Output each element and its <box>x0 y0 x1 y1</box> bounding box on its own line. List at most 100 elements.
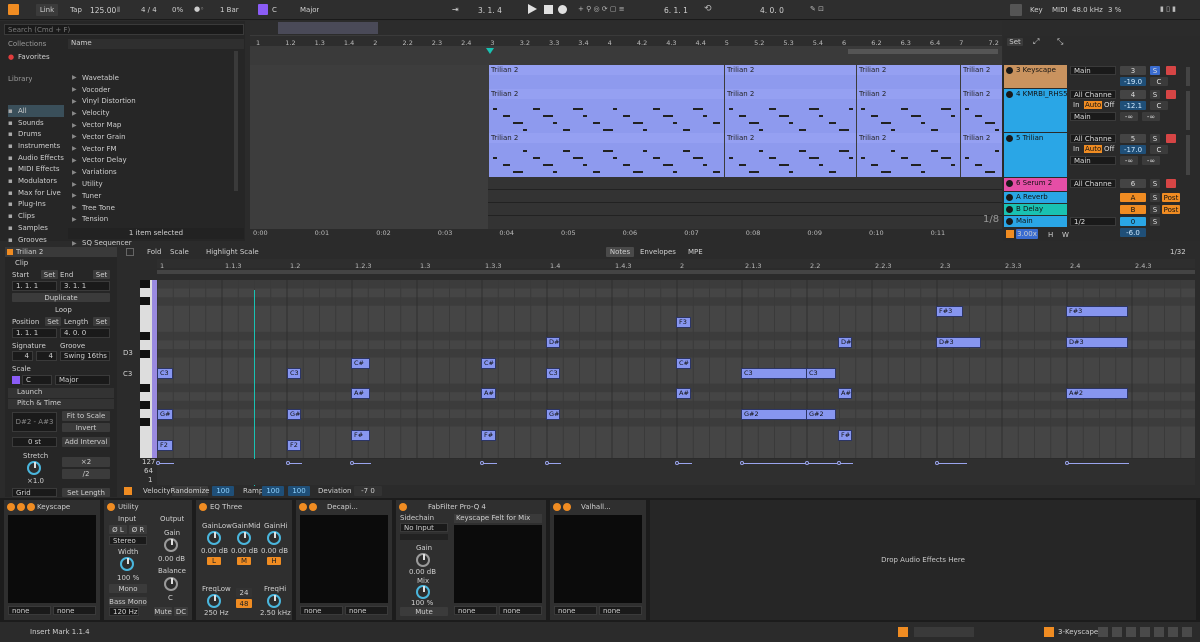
velocity-bar[interactable] <box>547 463 561 464</box>
expand-arrow-icon[interactable]: ▶ <box>72 181 82 188</box>
duplicate-button[interactable]: Duplicate <box>12 293 110 302</box>
browser-item[interactable]: ▶ Vocoder <box>72 84 232 96</box>
device-title[interactable]: Keyscape <box>37 503 70 511</box>
track-routing[interactable]: All Channe <box>1070 179 1116 188</box>
browser-item[interactable]: ▶ Velocity <box>72 107 232 119</box>
sidebar-item-drums[interactable]: ▪ Drums <box>8 128 64 140</box>
ramp-start-value[interactable]: 100 <box>262 486 284 496</box>
track-name[interactable]: 5 Trilian <box>1016 134 1043 142</box>
midi-note[interactable]: C3 <box>546 368 560 379</box>
slope-48-button[interactable]: 48 <box>236 599 252 608</box>
tab-mpe[interactable]: MPE <box>688 248 703 256</box>
clip-section-label[interactable]: Clip <box>15 259 28 267</box>
midi-note[interactable]: G# <box>287 409 301 420</box>
fold-button[interactable]: Fold <box>147 248 161 256</box>
velocity-bar[interactable] <box>288 463 302 464</box>
browser-item[interactable]: ▶ Wavetable <box>72 72 232 84</box>
piano-roll-ruler[interactable] <box>157 259 1195 268</box>
device-input-2[interactable]: none <box>499 606 542 615</box>
post-button[interactable]: Post <box>1162 205 1180 214</box>
arrangement-clip[interactable]: Trilian 2 <box>724 89 856 133</box>
arrangement-clip[interactable]: Trilian 2 <box>856 133 960 177</box>
track-name[interactable]: A Reverb <box>1016 193 1048 201</box>
expand-arrow-icon[interactable]: ▶ <box>72 157 82 164</box>
track-volume[interactable]: -19.0 <box>1120 77 1146 86</box>
track-activator-icon[interactable] <box>1006 91 1013 98</box>
play-icon[interactable] <box>528 4 537 14</box>
browser-item[interactable]: ▶ Variations <box>72 166 232 178</box>
gainlow-knob[interactable] <box>207 531 221 545</box>
time-signature-field[interactable]: 4 / 4 <box>141 6 157 14</box>
midi-note[interactable]: D#3 <box>1066 337 1128 348</box>
device-input-2[interactable]: none <box>345 606 388 615</box>
stretch-knob[interactable] <box>27 461 41 475</box>
post-button[interactable]: Post <box>1162 193 1180 202</box>
view-toggle-icon[interactable] <box>898 627 908 637</box>
arm-button[interactable] <box>1166 66 1176 75</box>
track-name[interactable]: B Delay <box>1016 205 1043 213</box>
gain-knob[interactable] <box>416 553 430 567</box>
device-input-1[interactable]: none <box>554 606 597 615</box>
mute-button[interactable]: Mute <box>154 607 172 616</box>
sidechain-input[interactable]: No Input <box>400 523 448 532</box>
expand-arrow-icon[interactable]: ▶ <box>72 216 82 223</box>
velocity-bar[interactable] <box>742 463 808 464</box>
track-pan[interactable]: C <box>1150 101 1168 110</box>
track-number[interactable]: A <box>1120 193 1146 202</box>
track-number[interactable]: 6 <box>1120 179 1146 188</box>
add-interval-button[interactable]: Add Interval <box>62 437 110 447</box>
solo-button[interactable]: S <box>1150 193 1160 202</box>
solo-button[interactable]: S <box>1150 134 1160 143</box>
device-power-icon[interactable] <box>299 503 307 511</box>
freqlow-knob[interactable] <box>207 594 221 608</box>
monitor-off[interactable]: Off <box>1104 101 1114 109</box>
half-button[interactable]: /2 <box>62 469 110 479</box>
automation-icons[interactable]: + ⚲ ◎ ⟳ ▢ ≡ <box>578 5 625 13</box>
track-number[interactable]: 4 <box>1120 90 1146 99</box>
midi-note[interactable]: C# <box>676 358 691 369</box>
device-fold-icon[interactable] <box>17 503 25 511</box>
midi-note[interactable]: F# <box>838 430 852 441</box>
track-name[interactable]: Main <box>1016 217 1033 225</box>
midi-note[interactable]: G#2 <box>806 409 836 420</box>
send-a[interactable]: -∞ <box>1120 112 1138 121</box>
device-power-icon[interactable] <box>553 503 561 511</box>
sidebar-item-modulators[interactable]: ▪ Modulators <box>8 175 64 187</box>
midi-note[interactable]: F3 <box>676 317 691 328</box>
key-icon[interactable] <box>258 4 268 15</box>
midi-note[interactable]: A# <box>481 388 496 399</box>
expand-arrow-icon[interactable]: ▶ <box>72 74 82 81</box>
solo-button[interactable]: S <box>1150 66 1160 75</box>
fit-to-scale-button[interactable]: Fit to Scale <box>62 411 110 421</box>
arrangement-clip[interactable]: Trilian 2 <box>724 65 856 89</box>
swing-field[interactable]: 0% <box>172 6 183 14</box>
track-pan[interactable]: C <box>1150 145 1168 154</box>
track-activator-icon[interactable] <box>1006 218 1013 225</box>
nudge-icon[interactable]: ⦀ <box>117 6 120 15</box>
velocity-handle[interactable] <box>805 461 809 465</box>
gainhi-knob[interactable] <box>267 531 281 545</box>
set-length-button[interactable]: Set Length <box>62 488 110 497</box>
grid-dropdown[interactable]: Grid <box>12 488 57 497</box>
track-number[interactable]: 3 <box>1120 66 1146 75</box>
sidebar-item-grooves[interactable]: ▪ Grooves <box>8 234 64 246</box>
browser-item[interactable]: ▶ Vector Map <box>72 119 232 131</box>
midi-note[interactable]: F#3 <box>936 306 963 317</box>
length-set-button[interactable]: Set <box>93 317 110 326</box>
monitor-off[interactable]: Off <box>1104 145 1114 153</box>
favorites-item[interactable]: ● Favorites <box>8 51 64 63</box>
velocity-handle[interactable] <box>935 461 939 465</box>
midi-map-label[interactable]: MIDI <box>1052 6 1068 14</box>
signature-numerator[interactable]: 4 <box>12 351 33 361</box>
expand-arrow-icon[interactable]: ▶ <box>72 145 82 152</box>
expand-arrow-icon[interactable]: ▶ <box>72 98 82 105</box>
browser-item[interactable]: ▶ Utility <box>72 178 232 190</box>
track-routing[interactable]: All Channe <box>1070 90 1116 99</box>
device-power-icon[interactable] <box>7 503 15 511</box>
device-title[interactable]: Valhall... <box>581 503 611 511</box>
midi-note[interactable]: F# <box>351 430 370 441</box>
track-activator-icon[interactable] <box>1006 206 1013 213</box>
position-field[interactable]: 1. 1. 1 <box>12 328 57 338</box>
device-input-1[interactable]: none <box>454 606 497 615</box>
highlight-scale-toggle[interactable]: Highlight Scale <box>206 248 259 256</box>
